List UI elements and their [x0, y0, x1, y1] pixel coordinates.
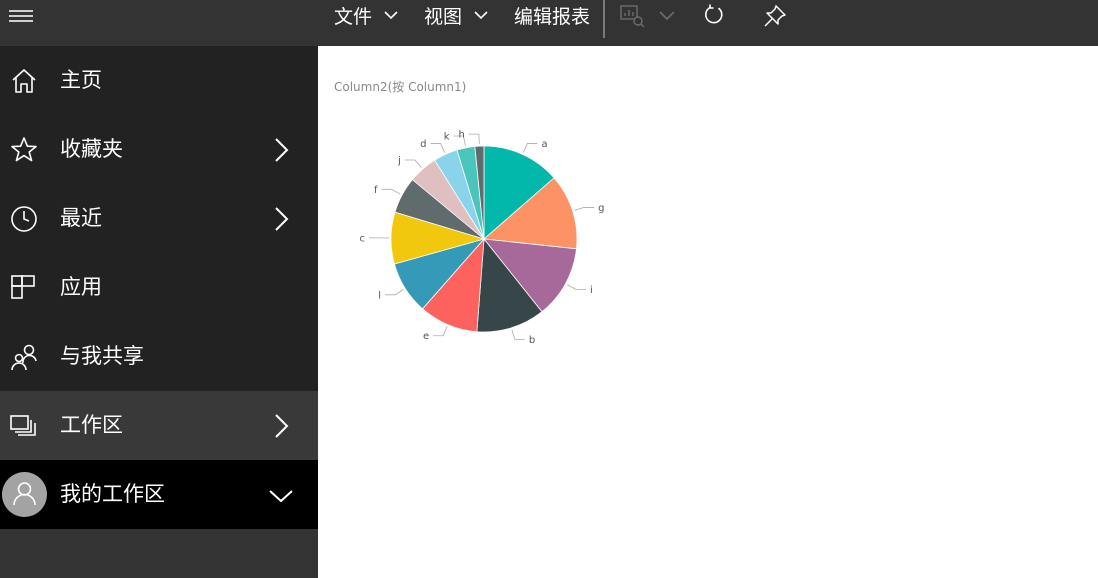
- chevron-down-icon[interactable]: [659, 11, 675, 21]
- chevron-down-icon: [474, 11, 488, 20]
- sidebar-item-label: 工作区: [60, 413, 123, 437]
- sidebar-item-workspaces[interactable]: 工作区: [0, 391, 318, 460]
- user-icon: [13, 482, 36, 506]
- sidebar-item-label: 与我共享: [60, 344, 144, 368]
- sidebar-item-label: 应用: [60, 275, 102, 299]
- sidebar-item-my-workspace[interactable]: 我的工作区: [0, 460, 318, 529]
- sidebar-item-apps[interactable]: 应用: [0, 253, 318, 322]
- sidebar-footer: [0, 529, 318, 578]
- leader-line-h: [468, 133, 480, 145]
- view-menu-label: 视图: [424, 6, 463, 28]
- avatar: [2, 472, 47, 517]
- pie-chart[interactable]: a g i b e l c f j d k h: [318, 46, 1098, 578]
- edit-report-label: 编辑报表: [514, 6, 591, 28]
- chevron-right-icon[interactable]: [271, 413, 291, 439]
- leader-line-b: [511, 329, 525, 340]
- sidebar-item-home[interactable]: 主页: [0, 46, 318, 115]
- sidebar-item-label: 主页: [60, 68, 102, 92]
- sidebar-item-label: 我的工作区: [60, 482, 165, 506]
- edit-report-button[interactable]: 编辑报表: [514, 0, 590, 34]
- toolbar-separator: [603, 0, 605, 38]
- leader-line-a: [522, 143, 538, 153]
- chevron-down-icon[interactable]: [268, 488, 294, 504]
- workspace-icon: [10, 415, 36, 436]
- slice-label-c: c: [360, 233, 366, 244]
- sidebar-item-recent[interactable]: 最近: [0, 184, 318, 253]
- chevron-down-icon: [384, 11, 398, 20]
- leader-line-d: [430, 143, 446, 153]
- slice-label-i: i: [590, 285, 593, 296]
- refresh-icon[interactable]: [703, 4, 725, 26]
- file-menu[interactable]: 文件: [334, 0, 398, 34]
- top-bar: 文件 视图 编辑报表: [0, 0, 1098, 46]
- slice-label-g: g: [598, 203, 604, 214]
- slice-label-e: e: [423, 331, 429, 342]
- slice-label-f: f: [374, 185, 378, 196]
- leader-line-f: [381, 188, 401, 195]
- leader-line-l: [385, 289, 404, 296]
- file-menu-label: 文件: [334, 6, 373, 28]
- home-icon: [12, 69, 36, 93]
- sidebar-item-favorites[interactable]: 收藏夹: [0, 115, 318, 184]
- report-canvas: Column2(按 Column1) agibelcfjdkh: [318, 46, 1098, 578]
- slice-label-d: d: [420, 139, 426, 150]
- slice-label-j: j: [397, 155, 401, 166]
- hamburger-menu-icon[interactable]: [9, 9, 35, 23]
- sidebar-item-label: 收藏夹: [60, 137, 123, 161]
- sidebar-item-label: 最近: [60, 206, 102, 230]
- slice-label-h: h: [458, 130, 464, 141]
- star-icon: [11, 137, 37, 162]
- slice-label-a: a: [541, 139, 547, 150]
- leader-line-i: [567, 284, 587, 290]
- sidebar-item-shared-with-me[interactable]: 与我共享: [0, 322, 318, 391]
- view-menu[interactable]: 视图: [424, 0, 488, 34]
- apps-icon: [11, 275, 35, 299]
- slice-label-b: b: [529, 335, 535, 346]
- chevron-right-icon[interactable]: [271, 206, 291, 232]
- visual-explore-icon[interactable]: [619, 4, 647, 28]
- chevron-right-icon[interactable]: [271, 137, 291, 163]
- clock-icon: [11, 206, 37, 232]
- leader-line-e: [433, 326, 448, 337]
- leader-line-j: [404, 159, 422, 168]
- leader-line-g: [574, 207, 595, 211]
- sidebar: 主页 收藏夹 最近 应用 与我共享 工作区 我的工作区: [0, 46, 318, 578]
- slice-label-k: k: [444, 132, 450, 143]
- shared-icon: [11, 344, 37, 371]
- slice-label-l: l: [378, 290, 381, 301]
- pin-icon[interactable]: [763, 4, 787, 28]
